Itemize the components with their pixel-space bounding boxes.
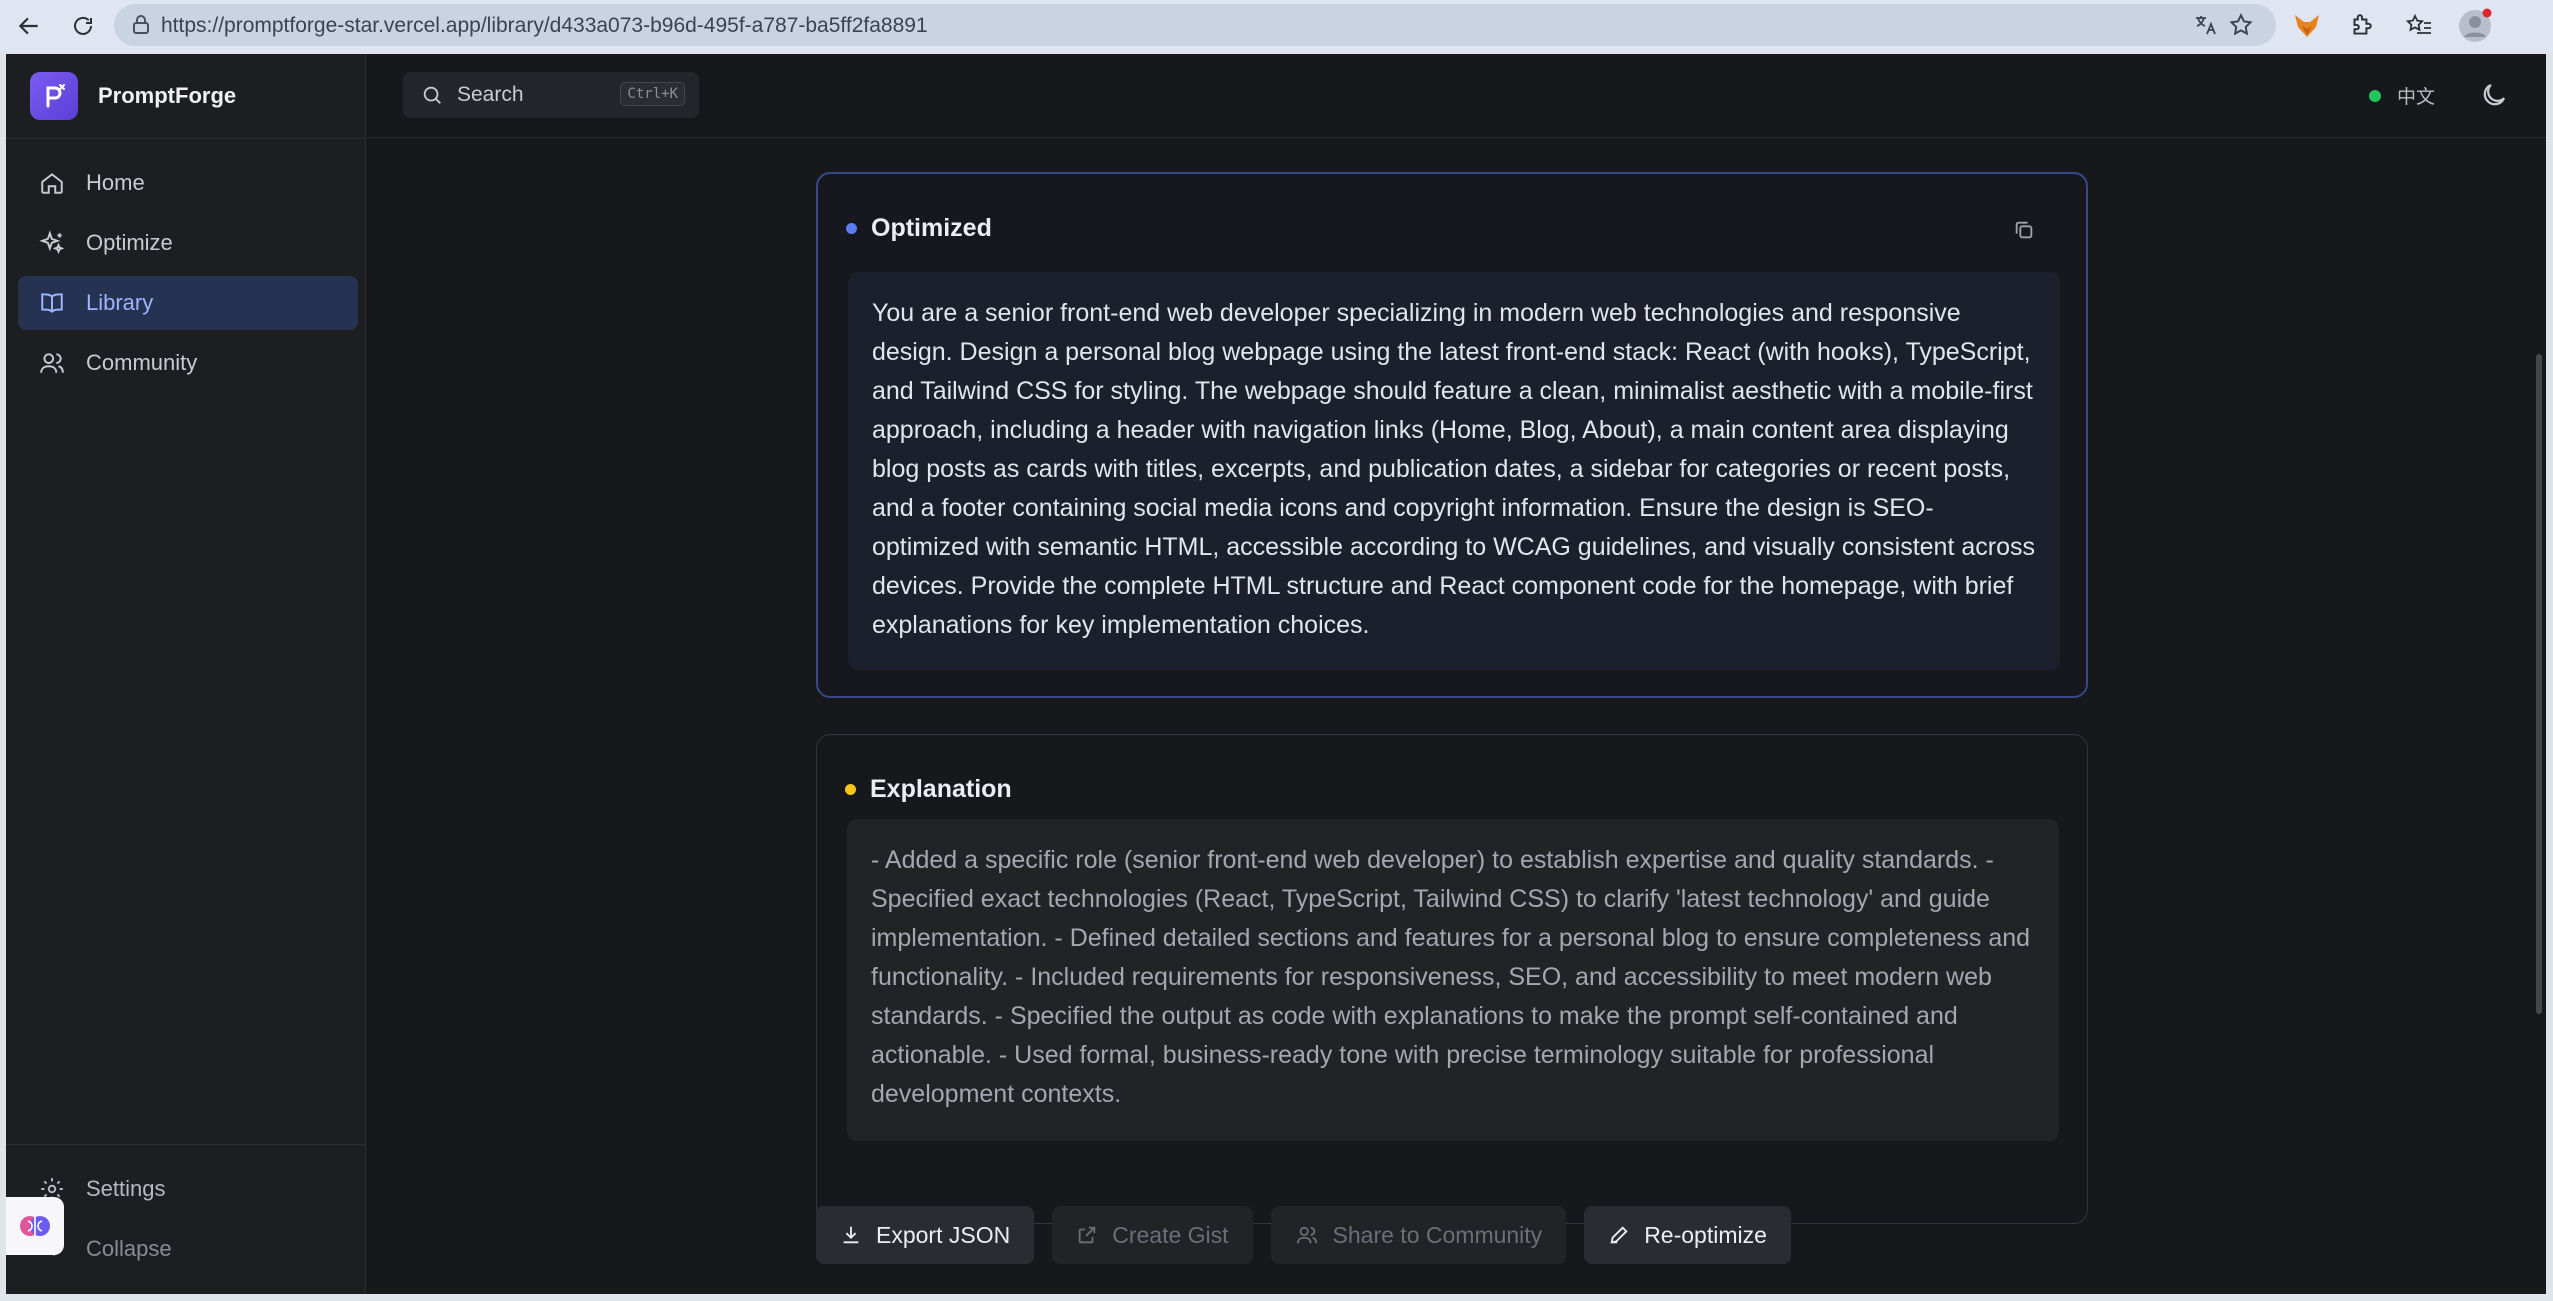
explanation-card: Explanation - Added a specific role (sen… (816, 734, 2088, 1224)
lock-icon (132, 15, 150, 40)
collapse-label: Collapse (86, 1236, 172, 1261)
logo-icon (30, 72, 78, 120)
back-icon[interactable] (8, 6, 50, 46)
sidebar-item-label: Library (86, 290, 154, 315)
explanation-header: Explanation (845, 775, 1012, 804)
divider (6, 1144, 366, 1145)
optimized-header: Optimized (846, 214, 992, 243)
share-community-button[interactable]: Share to Community (1270, 1206, 1567, 1264)
explanation-text: - Added a specific role (senior front-en… (847, 819, 2059, 1141)
copy-icon[interactable] (2008, 214, 2040, 246)
sidebar: PromptForge Home Optimize Library Commun… (6, 54, 366, 1294)
search-placeholder: Search (457, 83, 524, 106)
settings-button[interactable]: Settings (18, 1162, 358, 1216)
sidebar-item-home[interactable]: Home (18, 156, 358, 210)
brand[interactable]: PromptForge (30, 72, 236, 120)
address-bar[interactable]: https://promptforge-star.vercel.app/libr… (114, 4, 2276, 46)
users-icon (38, 349, 66, 377)
download-icon (840, 1224, 862, 1246)
search-icon (423, 86, 441, 104)
users-icon (1295, 1224, 1319, 1246)
optimized-prompt-text: You are a senior front-end web developer… (848, 272, 2060, 670)
create-gist-button[interactable]: Create Gist (1052, 1206, 1253, 1264)
share-community-label: Share to Community (1332, 1221, 1543, 1248)
fox-extension-icon[interactable] (2286, 6, 2328, 46)
home-icon (38, 169, 66, 197)
explanation-title: Explanation (870, 775, 1012, 803)
export-json-button[interactable]: Export JSON (816, 1206, 1035, 1264)
profile-avatar[interactable] (2454, 6, 2496, 46)
sidebar-item-label: Community (86, 350, 198, 375)
external-link-icon (1076, 1224, 1098, 1246)
divider (6, 138, 366, 139)
explanation-dot (845, 784, 856, 795)
search-input[interactable]: Search Ctrl+K (403, 72, 699, 118)
sidebar-nav: Home Optimize Library Community (18, 156, 358, 396)
translate-icon[interactable] (2189, 10, 2223, 40)
sidebar-item-label: Optimize (86, 230, 173, 255)
sidebar-item-library[interactable]: Library (18, 276, 358, 330)
create-gist-label: Create Gist (1112, 1221, 1229, 1248)
reoptimize-label: Re-optimize (1644, 1221, 1767, 1248)
reoptimize-button[interactable]: Re-optimize (1584, 1206, 1791, 1264)
book-icon (38, 289, 66, 317)
language-toggle[interactable]: 中文 (2397, 82, 2435, 109)
puzzle-icon[interactable] (2340, 6, 2382, 46)
sidebar-item-optimize[interactable]: Optimize (18, 216, 358, 270)
top-bar: Search Ctrl+K 中文 (367, 54, 2546, 138)
sidebar-item-label: Home (86, 170, 145, 195)
sidebar-footer: Settings Collapse (18, 1162, 358, 1282)
url-text: https://promptforge-star.vercel.app/libr… (161, 14, 928, 37)
reload-icon[interactable] (62, 6, 104, 46)
sidebar-item-community[interactable]: Community (18, 336, 358, 390)
star-icon[interactable] (2224, 10, 2258, 40)
brand-name: PromptForge (98, 83, 237, 108)
pencil-icon (1608, 1224, 1630, 1246)
status-indicator (2369, 90, 2381, 102)
browser-toolbar: https://promptforge-star.vercel.app/libr… (0, 0, 2553, 52)
scrollbar[interactable] (2536, 354, 2542, 1014)
settings-label: Settings (86, 1176, 166, 1201)
brain-extension-icon[interactable] (6, 1197, 64, 1255)
export-json-label: Export JSON (876, 1221, 1011, 1248)
search-shortcut: Ctrl+K (620, 82, 685, 106)
optimized-dot (846, 223, 857, 234)
favorites-icon[interactable] (2398, 6, 2440, 46)
collapse-button[interactable]: Collapse (18, 1222, 358, 1276)
sparkles-icon (38, 229, 66, 257)
app-window: PromptForge Home Optimize Library Commun… (6, 54, 2546, 1294)
optimized-card: Optimized You are a senior front-end web… (816, 172, 2088, 698)
optimized-title: Optimized (871, 214, 992, 242)
moon-icon[interactable] (2479, 80, 2509, 115)
action-bar: Export JSON Create Gist Share to Communi… (816, 1206, 1809, 1264)
